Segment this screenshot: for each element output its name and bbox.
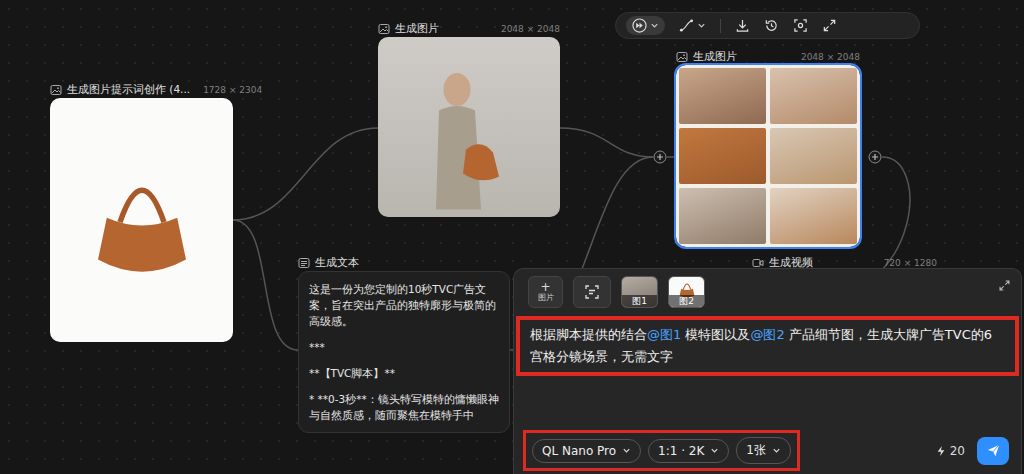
node-title: 生成文本 bbox=[315, 256, 359, 270]
lightning-icon bbox=[936, 445, 946, 457]
setting-label: QL Nano Pro bbox=[542, 444, 616, 458]
storyboard-frame bbox=[770, 68, 857, 124]
canvas-node[interactable]: 生成文本这是一份为您定制的10秒TVC广告文案，旨在突出产品的独特廓形与极简的高… bbox=[298, 256, 510, 433]
canvas-node[interactable]: 生成图片提示词创作 (4...1728 × 2304 bbox=[50, 83, 233, 342]
storyboard-image[interactable] bbox=[676, 65, 860, 247]
setting-label: 1张 bbox=[746, 442, 766, 459]
text-node-icon bbox=[298, 257, 310, 269]
storyboard-frame bbox=[679, 68, 766, 124]
node-size: 720 × 1280 bbox=[876, 258, 937, 268]
product-image[interactable] bbox=[50, 98, 233, 342]
mention-tag: @图1 bbox=[647, 327, 681, 342]
node-header: 生成文本 bbox=[298, 256, 510, 270]
run-mode-button[interactable] bbox=[626, 16, 665, 35]
toolbar-divider bbox=[720, 19, 721, 33]
plus-icon bbox=[868, 150, 882, 164]
reference-label: 图1 bbox=[622, 295, 657, 307]
add-plus: + bbox=[540, 281, 550, 293]
node-size: 1728 × 2304 bbox=[195, 85, 262, 95]
connector-style-button[interactable] bbox=[679, 18, 706, 33]
text-line: *** bbox=[309, 339, 499, 355]
bag-picture bbox=[87, 154, 197, 286]
mention-tag: @图2 bbox=[750, 327, 784, 342]
text-card[interactable]: 这是一份为您定制的10秒TVC广告文案，旨在突出产品的独特廓形与极简的高级感。 *… bbox=[298, 271, 510, 433]
node-size: 2048 × 2048 bbox=[493, 24, 560, 34]
reference-row: +图片图1图2 bbox=[516, 276, 1019, 308]
storyboard-frame bbox=[770, 128, 857, 184]
setting-dropdown[interactable]: QL Nano Pro bbox=[532, 439, 641, 463]
model-image[interactable] bbox=[378, 37, 560, 217]
download-icon[interactable] bbox=[735, 18, 750, 33]
text-line: **【TVC脚本】** bbox=[309, 365, 499, 381]
plus-icon bbox=[653, 150, 667, 164]
storyboard-frame bbox=[770, 188, 857, 244]
canvas-node[interactable]: 生成图片 2048 × 2048 bbox=[676, 50, 860, 247]
focus-icon[interactable] bbox=[793, 18, 808, 33]
expand-icon[interactable] bbox=[998, 279, 1011, 292]
reference-thumbnail[interactable]: 图1 bbox=[621, 276, 658, 308]
chevron-down-icon bbox=[710, 446, 719, 455]
node-header: 生成图片提示词创作 (4... 1728 × 2304 bbox=[50, 83, 262, 97]
add-node-button[interactable] bbox=[653, 150, 667, 164]
chevron-down-icon bbox=[697, 21, 706, 30]
node-toolbar bbox=[615, 12, 920, 39]
send-area: 20 bbox=[936, 437, 1009, 465]
credit-cost: 20 bbox=[950, 444, 965, 458]
model-picture bbox=[394, 52, 544, 217]
prompt-text: 根据脚本提供的结合 bbox=[530, 327, 647, 342]
setting-dropdown[interactable]: 1:1 · 2K bbox=[648, 439, 729, 463]
curve-icon bbox=[679, 18, 694, 33]
storyboard-grid bbox=[679, 68, 857, 244]
node-header: 生成图片 2048 × 2048 bbox=[378, 22, 560, 36]
resize-handle-icon[interactable] bbox=[851, 238, 860, 247]
text-line: 这是一份为您定制的10秒TVC广告文案，旨在突出产品的独特廓形与极简的高级感。 bbox=[309, 281, 499, 329]
reference-label: 图2 bbox=[669, 295, 704, 307]
node-title: 生成图片 bbox=[693, 50, 737, 64]
chevron-down-icon bbox=[650, 21, 659, 30]
setting-dropdown[interactable]: 1张 bbox=[736, 437, 791, 464]
node-title: 生成图片提示词创作 (4... bbox=[67, 83, 190, 97]
add-label: 图片 bbox=[538, 293, 554, 303]
prompt-text: 模特图以及 bbox=[681, 327, 750, 342]
reference-thumbnail[interactable]: 图2 bbox=[668, 276, 705, 308]
send-button[interactable] bbox=[977, 437, 1009, 465]
storyboard-frame bbox=[679, 128, 766, 184]
image-node-icon bbox=[50, 84, 62, 96]
add-image-button[interactable]: +图片 bbox=[528, 276, 563, 308]
fullscreen-icon[interactable] bbox=[822, 18, 837, 33]
history-icon[interactable] bbox=[764, 18, 779, 33]
workflow-canvas[interactable]: 生成图片提示词创作 (4... 1728 × 2304 生成图片 2048 × 204… bbox=[0, 0, 1024, 474]
chevron-down-icon bbox=[622, 446, 631, 455]
prompt-panel: +图片图1图2根据脚本提供的结合@图1 模特图以及@图2 产品细节图，生成大牌广… bbox=[513, 268, 1022, 474]
setting-label: 1:1 · 2K bbox=[658, 444, 704, 458]
fast-forward-icon bbox=[632, 18, 647, 33]
node-header: 生成图片 2048 × 2048 bbox=[676, 50, 860, 64]
image-node-icon bbox=[378, 23, 390, 35]
add-node-button[interactable] bbox=[868, 150, 882, 164]
node-title: 生成图片 bbox=[395, 22, 439, 36]
prompt-input[interactable]: 根据脚本提供的结合@图1 模特图以及@图2 产品细节图，生成大牌广告TVC的6宫… bbox=[516, 316, 1019, 376]
storyboard-frame bbox=[679, 188, 766, 244]
paper-plane-icon bbox=[986, 443, 1001, 458]
image-node-icon bbox=[676, 51, 688, 63]
scan-button[interactable] bbox=[573, 276, 611, 308]
scan-text-icon bbox=[584, 284, 600, 300]
prompt-footer: QL Nano Pro 1:1 · 2K 1张 20 bbox=[516, 430, 1019, 471]
text-line: * **0-3秒**：镜头特写模特的慵懒眼神与自然质感，随而聚焦在模特手中 bbox=[309, 391, 499, 423]
generation-settings: QL Nano Pro 1:1 · 2K 1张 bbox=[523, 430, 800, 471]
chevron-down-icon bbox=[772, 446, 781, 455]
node-size: 2048 × 2048 bbox=[793, 52, 860, 62]
canvas-node[interactable]: 生成图片 2048 × 2048 bbox=[378, 22, 560, 217]
